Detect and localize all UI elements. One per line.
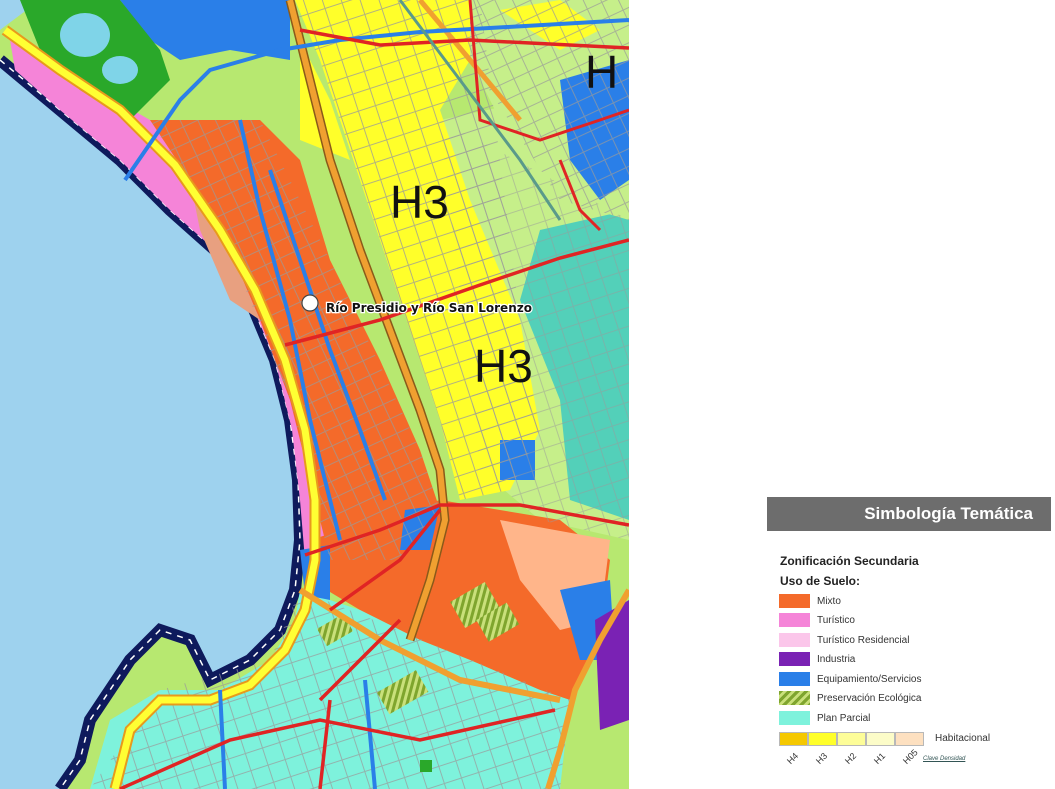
legend-title: Simbología Temática [767,497,1051,531]
zone-label-h3-north: H3 [390,176,449,228]
legend-item-turistico-residencial: Turístico Residencial [779,633,909,647]
legend-swatch [779,672,810,686]
legend-item-mixto: Mixto [779,594,841,608]
legend-item-label: Turístico [817,614,855,626]
legend-swatch [779,633,810,647]
park-lake [60,13,110,57]
legend-swatch [779,711,810,725]
legend-item-label: Mixto [817,595,841,607]
habitacional-scale [779,732,924,746]
legend-panel: Simbología Temática Zonificación Secunda… [767,497,1051,789]
habitacional-swatch-h1 [866,732,895,746]
habitacional-swatch-h3 [808,732,837,746]
map-canvas: H3 H3 H Río Presidio y Río San Lorenzo [0,0,629,789]
habitacional-swatch-h4 [779,732,808,746]
legend-item-label: Equipamiento/Servicios [817,673,922,685]
legend-swatch [779,652,810,666]
habitacional-level-h05: H05 [901,747,920,767]
legend-item-label: Industria [817,653,856,665]
legend-swatch [779,613,810,627]
habitacional-label: Habitacional [935,733,991,744]
legend-item-label: Preservación Ecológica [817,692,922,704]
habitacional-swatch-h2 [837,732,866,746]
habitacional-level-h1: H1 [872,750,888,767]
zone-label-h3-south: H3 [474,340,533,392]
habitacional-swatch-h05 [895,732,924,746]
habitacional-level-h2: H2 [843,750,859,767]
legend-item-label: Turístico Residencial [817,634,910,646]
legend-swatch-hatched [779,691,810,705]
legend-item-industria: Industria [779,652,855,666]
map-view[interactable]: H3 H3 H Río Presidio y Río San Lorenzo [0,0,629,789]
park-lake-small [102,56,138,84]
small-park [420,760,432,772]
legend-item-equipamiento: Equipamiento/Servicios [779,672,922,686]
legend-section-title: Zonificación Secundaria [780,554,919,568]
legend-item-label: Plan Parcial [817,712,871,724]
location-marker-icon[interactable] [301,294,319,312]
legend-item-turistico: Turístico [779,613,855,627]
legend-item-plan-parcial: Plan Parcial [779,711,870,725]
legend-item-preservacion: Preservación Ecológica [779,691,922,705]
density-key-link[interactable]: Clave Densidad [923,756,965,762]
poi-label[interactable]: Río Presidio y Río San Lorenzo [325,300,533,317]
habitacional-level-h4: H4 [785,750,801,767]
habitacional-level-h3: H3 [814,750,830,767]
legend-subsection-title: Uso de Suelo: [780,574,861,588]
zone-label-h: H [585,46,618,98]
legend-swatch [779,594,810,608]
